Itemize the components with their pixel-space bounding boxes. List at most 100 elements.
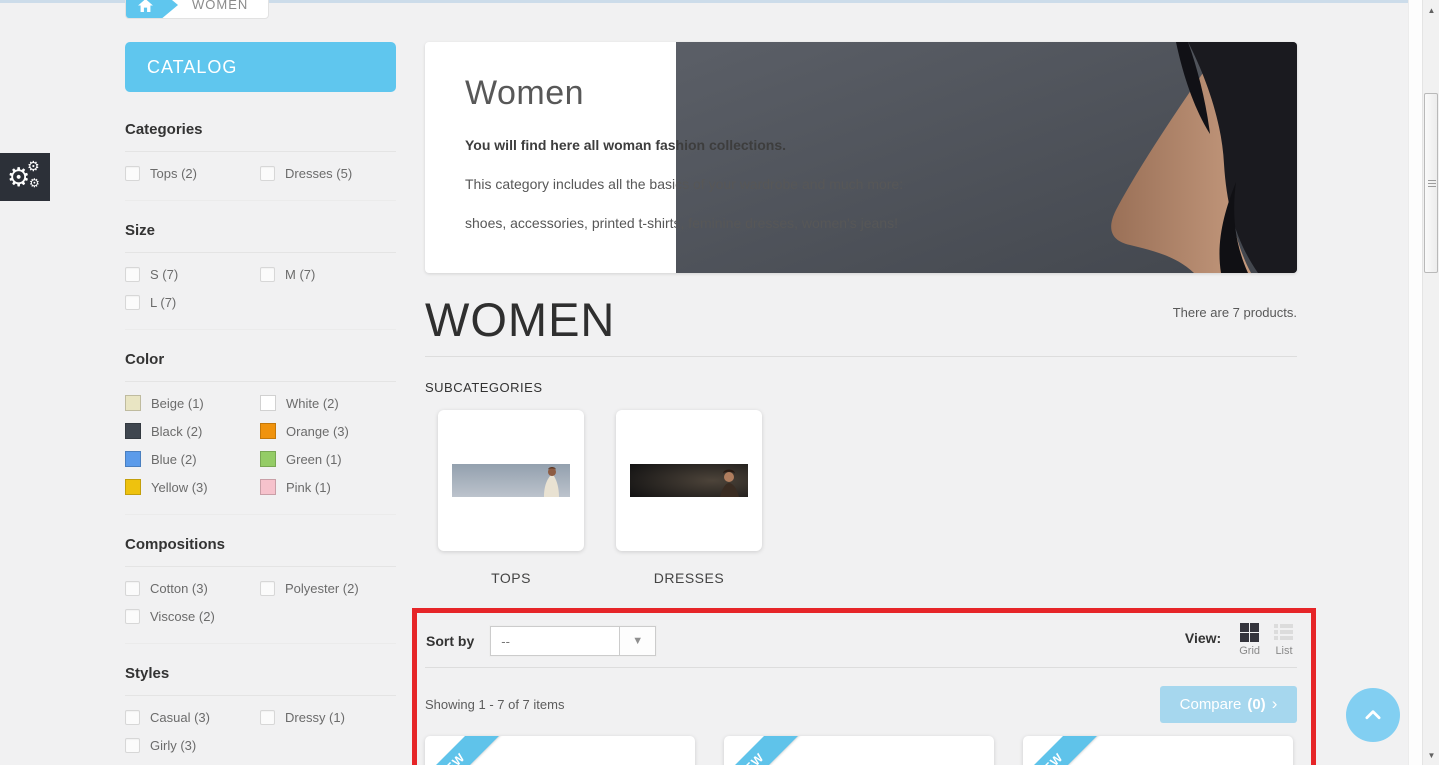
checkbox[interactable]: [125, 737, 140, 753]
grid-label: Grid: [1239, 645, 1260, 657]
filter-option-casual[interactable]: Casual (3): [125, 707, 260, 727]
color-swatch[interactable]: [260, 479, 276, 495]
showing-count: Showing 1 - 7 of 7 items: [425, 697, 565, 712]
checkbox[interactable]: [260, 580, 275, 596]
chevron-right-icon: ›: [1271, 693, 1278, 713]
color-swatch[interactable]: [260, 395, 276, 411]
banner-title: Women: [465, 74, 585, 112]
filter-section-categories: Categories Tops (2) Dresses (5): [125, 92, 396, 201]
color-swatch[interactable]: [125, 395, 141, 411]
theme-configurator-toggle[interactable]: ⚙ ⚙ ⚙: [0, 153, 50, 201]
filter-option-l[interactable]: L (7): [125, 292, 260, 312]
filter-section-compositions: Compositions Cotton (3) Polyester (2) Vi…: [125, 515, 396, 644]
banner-line1: This category includes all the basics of…: [465, 176, 904, 192]
subcategory-card-tops[interactable]: [438, 410, 584, 551]
product-grid: NEW NEW NEW: [425, 736, 1297, 765]
checkbox[interactable]: [125, 709, 140, 725]
color-swatch[interactable]: [260, 451, 276, 467]
filter-section-title: Compositions: [125, 536, 396, 567]
main-content: Women You will find here all woman fashi…: [425, 42, 1297, 765]
filter-option-dresses[interactable]: Dresses (5): [260, 163, 396, 183]
filter-option-girly[interactable]: Girly (3): [125, 735, 260, 755]
product-toolbar: Sort by -- ▼ View: Grid List: [425, 623, 1297, 657]
list-icon: [1274, 623, 1294, 642]
product-card[interactable]: NEW: [1023, 736, 1293, 765]
filter-option-beige[interactable]: Beige (1): [125, 393, 260, 413]
filter-option-dressy[interactable]: Dressy (1): [260, 707, 396, 727]
new-badge: NEW: [425, 736, 507, 765]
subcategories-label: SUBCATEGORIES: [425, 380, 543, 395]
scroll-to-top-button[interactable]: [1346, 688, 1400, 742]
checkbox[interactable]: [125, 580, 140, 596]
gear-icon: ⚙: [29, 176, 40, 190]
filter-section-color: Color Beige (1) White (2) Black (2) Oran…: [125, 330, 396, 515]
category-page: WOMEN ⚙ ⚙ ⚙ CATALOG Categories Tops (2) …: [0, 0, 1439, 765]
product-count: There are 7 products.: [1172, 305, 1297, 320]
new-badge: NEW: [724, 736, 806, 765]
category-banner: Women You will find here all woman fashi…: [425, 42, 1297, 273]
color-swatch[interactable]: [125, 451, 141, 467]
chevron-up-icon: [1365, 710, 1381, 720]
home-icon: [138, 0, 153, 12]
divider: [425, 356, 1297, 357]
color-swatch[interactable]: [125, 423, 141, 439]
checkbox[interactable]: [260, 709, 275, 725]
scrollbar-thumb[interactable]: [1424, 93, 1438, 273]
checkbox[interactable]: [260, 165, 275, 181]
breadcrumb-home-button[interactable]: [126, 0, 178, 18]
subcategories: TOPS DRESSES: [425, 410, 1297, 586]
color-swatch[interactable]: [260, 423, 276, 439]
filter-section-title: Styles: [125, 665, 396, 696]
filter-option-yellow[interactable]: Yellow (3): [125, 477, 260, 497]
filter-section-size: Size S (7) M (7) L (7): [125, 201, 396, 330]
breadcrumb-current: WOMEN: [192, 0, 249, 12]
banner-line2: shoes, accessories, printed t-shirts, fe…: [465, 215, 898, 231]
scrollbar-down-arrow[interactable]: ▼: [1423, 747, 1439, 763]
view-list-button[interactable]: List: [1274, 623, 1294, 657]
filter-option-s[interactable]: S (7): [125, 264, 260, 284]
filter-option-m[interactable]: M (7): [260, 264, 396, 284]
filter-option-white[interactable]: White (2): [260, 393, 396, 413]
filter-option-tops[interactable]: Tops (2): [125, 163, 260, 183]
subcategory-name-tops[interactable]: TOPS: [438, 570, 584, 586]
checkbox[interactable]: [260, 266, 275, 282]
results-row: Showing 1 - 7 of 7 items Compare (0) ›: [425, 686, 1297, 723]
scrollbar[interactable]: ▲ ▼: [1422, 0, 1439, 765]
subcategory-card-dresses[interactable]: [616, 410, 762, 551]
checkbox[interactable]: [125, 266, 140, 282]
filter-option-black[interactable]: Black (2): [125, 421, 260, 441]
scrollbar-up-arrow[interactable]: ▲: [1423, 2, 1439, 18]
catalog-sidebar: CATALOG Categories Tops (2) Dresses (5) …: [125, 42, 396, 765]
filter-option-pink[interactable]: Pink (1): [260, 477, 396, 497]
grid-icon: [1240, 623, 1260, 642]
divider: [425, 667, 1297, 668]
filter-option-viscose[interactable]: Viscose (2): [125, 606, 260, 626]
list-label: List: [1275, 645, 1293, 657]
filter-option-cotton[interactable]: Cotton (3): [125, 578, 260, 598]
checkbox[interactable]: [125, 165, 140, 181]
filter-option-blue[interactable]: Blue (2): [125, 449, 260, 469]
sort-by-select[interactable]: -- ▼: [490, 626, 657, 656]
filter-option-orange[interactable]: Orange (3): [260, 421, 396, 441]
color-swatch[interactable]: [125, 479, 141, 495]
sort-by-label: Sort by: [426, 633, 475, 649]
checkbox[interactable]: [125, 608, 140, 624]
filter-section-title: Categories: [125, 121, 396, 152]
filter-option-green[interactable]: Green (1): [260, 449, 396, 469]
product-card[interactable]: NEW: [724, 736, 994, 765]
chevron-down-icon[interactable]: ▼: [619, 627, 656, 655]
category-description: Women You will find here all woman fashi…: [465, 74, 945, 231]
breadcrumb: WOMEN: [125, 0, 270, 19]
catalog-header: CATALOG: [125, 42, 396, 92]
new-badge: NEW: [1023, 736, 1105, 765]
subcategory-image-tops: [452, 464, 570, 497]
subcategory-name-dresses[interactable]: DRESSES: [616, 570, 762, 586]
filter-option-polyester[interactable]: Polyester (2): [260, 578, 396, 598]
product-card[interactable]: NEW: [425, 736, 695, 765]
sort-by-value: --: [501, 633, 510, 649]
view-grid-button[interactable]: Grid: [1239, 623, 1260, 657]
compare-button[interactable]: Compare (0) ›: [1160, 686, 1297, 723]
filter-section-title: Color: [125, 351, 396, 382]
checkbox[interactable]: [125, 294, 140, 310]
page-title: WOMEN: [425, 293, 616, 346]
